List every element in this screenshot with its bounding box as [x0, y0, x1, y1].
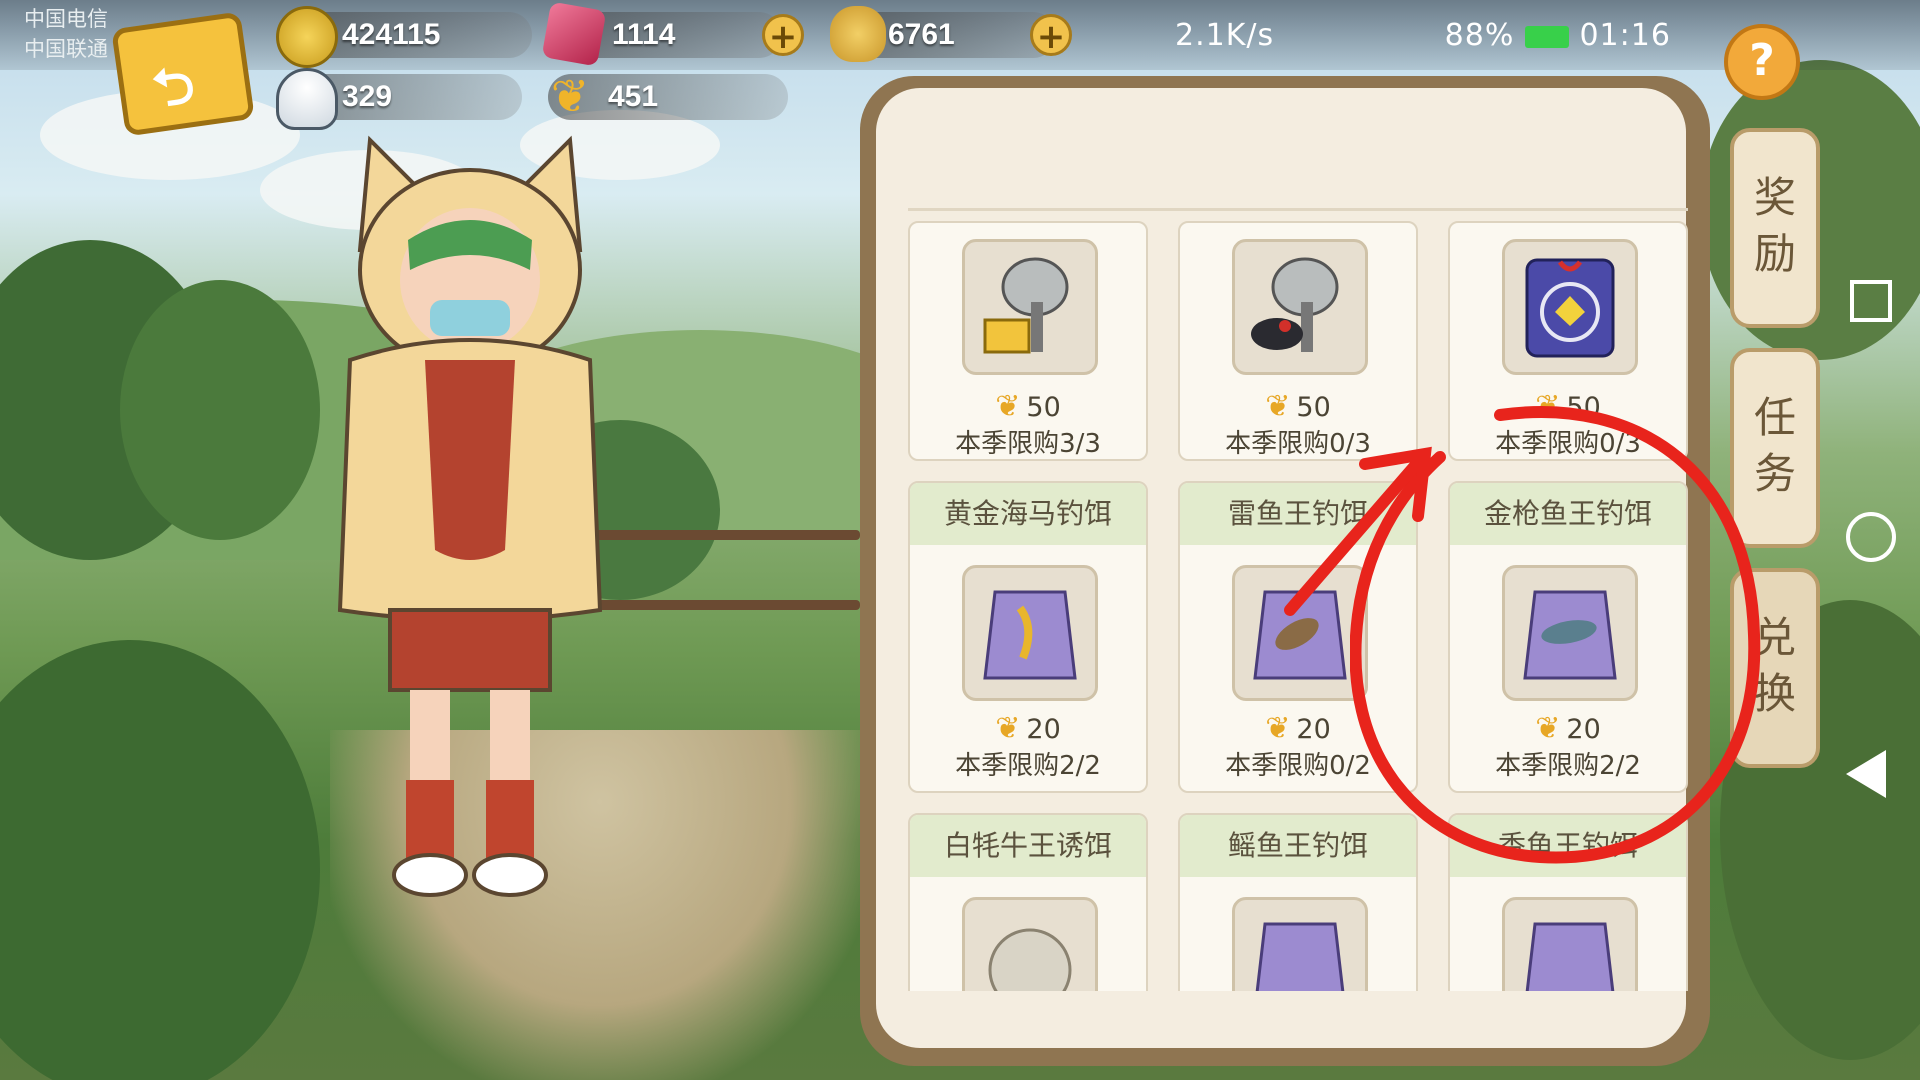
- rice-ball-icon: [276, 68, 338, 130]
- gem-counter: 1114: [541, 1, 782, 67]
- shop-item-card[interactable]: 白牦牛王诱饵: [908, 813, 1148, 991]
- item-title: 白牦牛王诱饵: [910, 815, 1146, 877]
- shell-counter: 6761: [830, 6, 1056, 62]
- back-nav-icon[interactable]: [1846, 750, 1886, 798]
- coin-value: 424115: [342, 18, 441, 51]
- item-purchase-limit: 本季限购2/2: [955, 751, 1101, 781]
- tab-label: 奖励: [1753, 173, 1796, 278]
- shell-icon: [830, 6, 886, 62]
- red-arrow-annotation: [1284, 446, 1432, 616]
- battery-percent: 88%: [1444, 18, 1515, 53]
- carrier-label-1: 中国电信: [24, 7, 108, 31]
- item-price: 20: [1296, 714, 1331, 745]
- network-speed: 2.1K/s: [1175, 18, 1275, 53]
- back-arrow-icon: ⮌: [148, 54, 199, 121]
- rice-ball-value: 329: [342, 80, 393, 113]
- coin-icon: [276, 6, 338, 68]
- help-button[interactable]: ?: [1724, 24, 1800, 100]
- rice-ball-counter: 329: [276, 68, 522, 130]
- coin-counter: 424115: [276, 6, 532, 68]
- shop-item-card[interactable]: ❦ 50 本季限购3/3: [908, 221, 1148, 461]
- badge-item-icon: [1502, 239, 1638, 375]
- wheat-icon: ❦: [995, 389, 1021, 424]
- gem-value: 1114: [612, 18, 676, 51]
- shop-item-card[interactable]: 黄金海马钓饵 ❦ 20 本季限购2/2: [908, 481, 1148, 793]
- system-info: 2.1K/s 88% 01:16: [1175, 18, 1671, 53]
- item-title: 黄金海马钓饵: [910, 483, 1146, 545]
- tab-rewards[interactable]: 奖励: [1730, 128, 1820, 328]
- battery-icon: [1524, 25, 1569, 48]
- radar-item-icon: [1232, 239, 1368, 375]
- bait-bag-icon: [1232, 897, 1368, 991]
- wheat-icon: ❦: [1265, 711, 1291, 746]
- player-character: [337, 135, 603, 897]
- shell-value: 6761: [888, 18, 955, 51]
- egg-bait-icon: [962, 897, 1098, 991]
- item-purchase-limit: 本季限购3/3: [955, 429, 1101, 459]
- gem-icon: [541, 1, 607, 67]
- recent-apps-icon[interactable]: [1850, 280, 1892, 322]
- wheat-value: 451: [608, 80, 659, 113]
- carrier-label-2: 中国联通: [24, 37, 108, 61]
- add-gems-button[interactable]: +: [762, 14, 804, 57]
- wheat-icon: ❦: [1265, 389, 1291, 424]
- bait-bag-icon: [1502, 897, 1638, 991]
- item-price: 20: [1026, 714, 1061, 745]
- home-icon[interactable]: [1846, 512, 1896, 562]
- wheat-counter: ❦ 451: [548, 69, 788, 123]
- item-price: 50: [1026, 392, 1061, 423]
- system-nav-bar: [1826, 240, 1920, 840]
- radar-item-icon: [962, 239, 1098, 375]
- wheat-icon: ❦: [995, 711, 1021, 746]
- wheat-icon: ❦: [550, 69, 590, 123]
- item-price: 50: [1296, 392, 1331, 423]
- add-shells-button[interactable]: +: [1030, 14, 1072, 57]
- back-button[interactable]: ⮌: [111, 11, 255, 137]
- bait-bag-icon: [962, 565, 1098, 701]
- clock: 01:16: [1579, 18, 1671, 53]
